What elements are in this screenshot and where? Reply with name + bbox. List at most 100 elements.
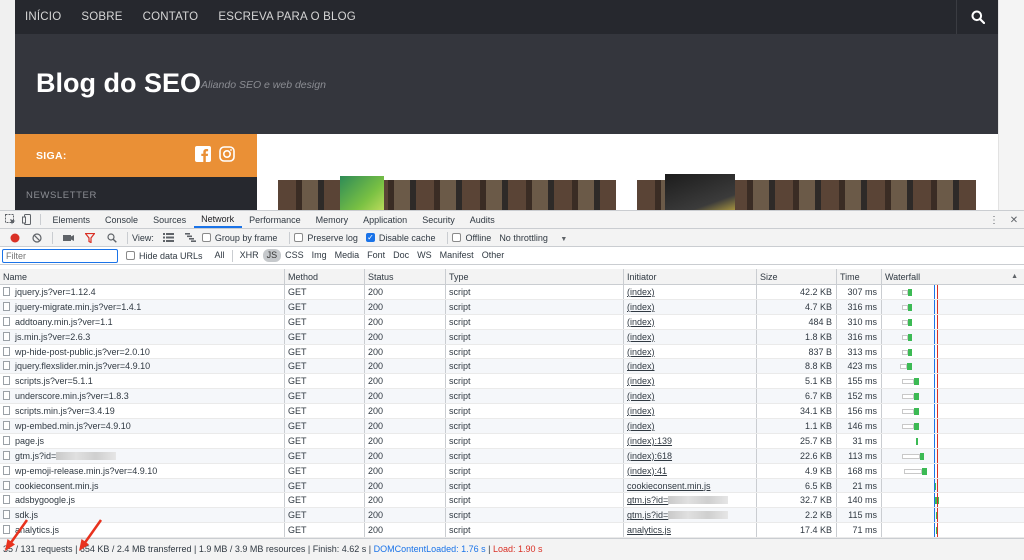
request-initiator[interactable]: gtm.js?id=: [624, 508, 757, 523]
large-rows-button[interactable]: [158, 229, 180, 247]
request-name[interactable]: adsbygoogle.js: [0, 493, 285, 508]
filter-type-ws[interactable]: WS: [413, 249, 436, 262]
table-row[interactable]: jquery.flexslider.min.js?ver=4.9.10 GET 20…: [0, 359, 1024, 375]
table-row[interactable]: sdk.js GET 200 script gtm.js?id= 2.2 KB 115 ms: [0, 508, 1024, 524]
request-initiator[interactable]: (index): [624, 389, 757, 404]
column-header-size[interactable]: Size: [757, 269, 837, 284]
request-name[interactable]: js.min.js?ver=2.6.3: [0, 329, 285, 344]
table-row[interactable]: js.min.js?ver=2.6.3 GET 200 script (index) 1.…: [0, 329, 1024, 345]
disable-cache-checkbox[interactable]: ✓ Disable cache: [365, 233, 435, 243]
request-initiator[interactable]: (index): [624, 374, 757, 389]
request-name[interactable]: sdk.js: [0, 508, 285, 523]
column-header-method[interactable]: Method: [285, 269, 365, 284]
table-row[interactable]: wp-emoji-release.min.js?ver=4.9.10 GET 200…: [0, 463, 1024, 479]
request-initiator[interactable]: (index): [624, 404, 757, 419]
table-row[interactable]: gtm.js?id= GET 200 script (index):618 22.6 KB…: [0, 448, 1024, 464]
record-button[interactable]: [4, 229, 26, 247]
clear-button[interactable]: [26, 229, 48, 247]
instagram-icon[interactable]: [219, 146, 235, 162]
column-header-name[interactable]: Name: [0, 269, 285, 284]
filter-type-media[interactable]: Media: [331, 249, 364, 262]
nav-link-inicio[interactable]: INÍCIO: [25, 11, 61, 23]
column-header-waterfall[interactable]: Waterfall ▲: [882, 269, 1024, 284]
table-row[interactable]: jquery.js?ver=1.12.4 GET 200 script (index) 4…: [0, 285, 1024, 300]
throttling-select[interactable]: No throttling ▼: [499, 233, 567, 243]
tab-security[interactable]: Security: [415, 211, 463, 228]
request-name[interactable]: gtm.js?id=: [0, 448, 285, 463]
filter-type-manifest[interactable]: Manifest: [436, 249, 478, 262]
request-name[interactable]: analytics.js: [0, 523, 285, 538]
request-initiator[interactable]: (index):618: [624, 448, 757, 463]
table-row[interactable]: underscore.min.js?ver=1.8.3 GET 200 script (…: [0, 389, 1024, 405]
column-header-initiator[interactable]: Initiator: [624, 269, 757, 284]
table-row[interactable]: wp-embed.min.js?ver=4.9.10 GET 200 script (i…: [0, 419, 1024, 434]
request-initiator[interactable]: (index): [624, 299, 757, 314]
request-initiator[interactable]: gtm.js?id=: [624, 493, 757, 508]
more-options-icon[interactable]: ⋮: [984, 215, 1004, 226]
table-row[interactable]: scripts.min.js?ver=3.4.19 GET 200 script (in…: [0, 404, 1024, 420]
request-initiator[interactable]: cookieconsent.min.js: [624, 478, 757, 493]
nav-link-contato[interactable]: CONTATO: [143, 11, 199, 23]
tab-network[interactable]: Network: [193, 211, 242, 228]
table-row[interactable]: scripts.js?ver=5.1.1 GET 200 script (index) 5…: [0, 374, 1024, 390]
search-button[interactable]: [956, 0, 998, 34]
site-title[interactable]: Blog do SEO: [36, 68, 201, 99]
request-initiator[interactable]: (index): [624, 314, 757, 329]
screenshot-button[interactable]: [57, 229, 79, 247]
tab-sources[interactable]: Sources: [146, 211, 194, 228]
filter-type-doc[interactable]: Doc: [389, 249, 413, 262]
column-header-status[interactable]: Status: [365, 269, 446, 284]
table-row[interactable]: wp-hide-post-public.js?ver=2.0.10 GET 200 s…: [0, 344, 1024, 360]
facebook-icon[interactable]: [195, 146, 211, 162]
filter-type-all[interactable]: All: [211, 249, 229, 262]
inspect-element-button[interactable]: [2, 211, 19, 228]
column-header-type[interactable]: Type: [446, 269, 624, 284]
request-name[interactable]: wp-hide-post-public.js?ver=2.0.10: [0, 344, 285, 359]
preserve-log-checkbox[interactable]: Preserve log: [294, 233, 358, 243]
device-toolbar-button[interactable]: [19, 211, 36, 228]
tab-elements[interactable]: Elements: [45, 211, 98, 228]
nav-link-escreva[interactable]: ESCREVA PARA O BLOG: [218, 11, 356, 23]
table-row[interactable]: addtoany.min.js?ver=1.1 GET 200 script (inde…: [0, 314, 1024, 330]
filter-input[interactable]: [2, 248, 118, 263]
tab-console[interactable]: Console: [98, 211, 146, 228]
request-initiator[interactable]: (index):139: [624, 433, 757, 448]
request-name[interactable]: jquery.js?ver=1.12.4: [0, 285, 285, 299]
request-name[interactable]: cookieconsent.min.js: [0, 478, 285, 493]
group-by-frame-checkbox[interactable]: Group by frame: [201, 233, 277, 243]
request-name[interactable]: wp-embed.min.js?ver=4.9.10: [0, 419, 285, 433]
filter-type-other[interactable]: Other: [478, 249, 509, 262]
table-row[interactable]: cookieconsent.min.js GET 200 script cookieco…: [0, 478, 1024, 494]
post-thumbnail[interactable]: [637, 174, 976, 210]
offline-checkbox[interactable]: Offline: [452, 233, 491, 243]
request-initiator[interactable]: analytics.js: [624, 523, 757, 538]
request-initiator[interactable]: (index): [624, 285, 757, 299]
table-row[interactable]: adsbygoogle.js GET 200 script gtm.js?id= 32.7…: [0, 493, 1024, 509]
table-row[interactable]: page.js GET 200 script (index):139 25.7 KB 31 …: [0, 433, 1024, 449]
close-icon[interactable]: ✕: [1004, 215, 1024, 226]
tab-audits[interactable]: Audits: [462, 211, 502, 228]
filter-type-js[interactable]: JS: [262, 249, 282, 262]
nav-link-sobre[interactable]: SOBRE: [81, 11, 122, 23]
table-row[interactable]: analytics.js GET 200 script analytics.js 17.4…: [0, 523, 1024, 539]
page-scrollbar[interactable]: [998, 0, 1024, 210]
search-requests-button[interactable]: [101, 229, 123, 247]
filter-type-css[interactable]: CSS: [281, 249, 308, 262]
tab-application[interactable]: Application: [356, 211, 415, 228]
table-row[interactable]: jquery-migrate.min.js?ver=1.4.1 GET 200 scr…: [0, 299, 1024, 315]
request-initiator[interactable]: (index): [624, 344, 757, 359]
request-name[interactable]: scripts.js?ver=5.1.1: [0, 374, 285, 389]
filter-type-font[interactable]: Font: [363, 249, 389, 262]
filter-toggle-button[interactable]: [79, 229, 101, 247]
request-initiator[interactable]: (index):41: [624, 463, 757, 478]
post-thumbnail[interactable]: [278, 176, 616, 210]
request-initiator[interactable]: (index): [624, 329, 757, 344]
request-name[interactable]: page.js: [0, 433, 285, 448]
request-initiator[interactable]: (index): [624, 419, 757, 433]
request-name[interactable]: jquery.flexslider.min.js?ver=4.9.10: [0, 359, 285, 374]
tab-memory[interactable]: Memory: [308, 211, 356, 228]
request-name[interactable]: addtoany.min.js?ver=1.1: [0, 314, 285, 329]
tab-performance[interactable]: Performance: [242, 211, 309, 228]
request-name[interactable]: jquery-migrate.min.js?ver=1.4.1: [0, 299, 285, 314]
request-initiator[interactable]: (index): [624, 359, 757, 374]
